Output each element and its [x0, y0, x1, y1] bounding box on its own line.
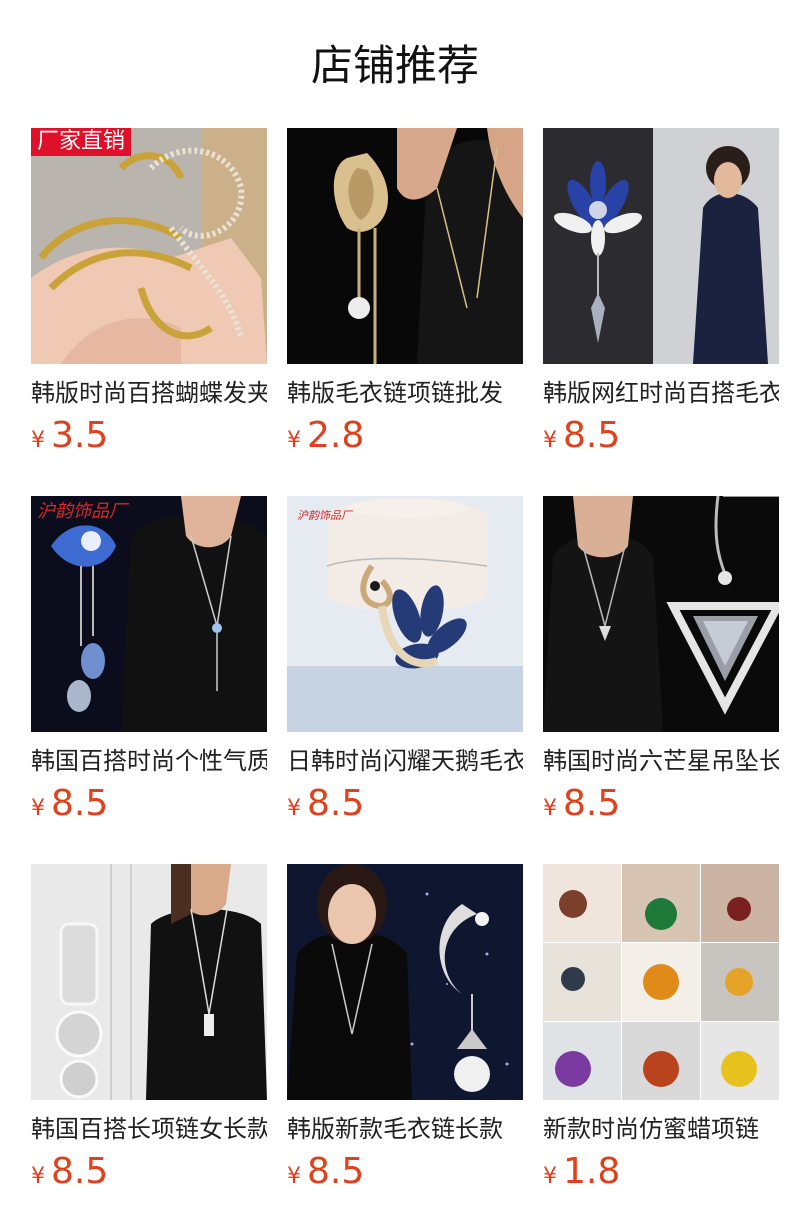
- product-price: ¥8.5: [287, 782, 364, 826]
- promo-badge: 厂家直销: [31, 128, 132, 156]
- amber-bead-necklace-collage-image: [543, 864, 779, 1100]
- product-image[interactable]: 沪韵饰品厂: [287, 496, 523, 732]
- price-value: 8.5: [51, 783, 109, 824]
- price-value: 8.5: [51, 1151, 109, 1192]
- price-value: 2.8: [307, 415, 365, 456]
- product-name[interactable]: 韩版网红时尚百搭毛衣链: [543, 376, 779, 412]
- product-name[interactable]: 韩版新款毛衣链长款: [287, 1112, 523, 1148]
- price-value: 8.5: [563, 783, 621, 824]
- currency-symbol: ¥: [31, 796, 45, 821]
- section-title: 店铺推荐: [310, 41, 479, 90]
- price-value: 3.5: [51, 415, 109, 456]
- product-price: ¥8.5: [31, 782, 108, 826]
- product-price: ¥8.5: [287, 1150, 364, 1194]
- product-image[interactable]: [287, 128, 523, 364]
- currency-symbol: ¥: [543, 796, 557, 821]
- currency-symbol: ¥: [31, 1164, 45, 1189]
- product-image[interactable]: 沪韵饰品厂: [31, 496, 267, 732]
- product-name[interactable]: 韩版时尚百搭蝴蝶发夹: [31, 376, 267, 412]
- crystal-fish-necklace-image: [31, 496, 267, 732]
- product-image[interactable]: [31, 864, 267, 1100]
- shop-watermark: 沪韵饰品厂: [297, 509, 352, 522]
- product-price: ¥1.8: [543, 1150, 620, 1194]
- moon-pearl-necklace-image: [287, 864, 523, 1100]
- product-price: ¥2.8: [287, 414, 364, 458]
- product-name[interactable]: 韩国时尚六芒星吊坠长: [543, 744, 779, 780]
- currency-symbol: ¥: [543, 428, 557, 453]
- product-price: ¥8.5: [31, 1150, 108, 1194]
- price-value: 8.5: [307, 1151, 365, 1192]
- price-value: 1.8: [563, 1151, 621, 1192]
- product-image[interactable]: [287, 864, 523, 1100]
- product-name[interactable]: 韩国百搭时尚个性气质: [31, 744, 267, 780]
- product-name[interactable]: 日韩时尚闪耀天鹅毛衣链: [287, 744, 523, 780]
- hair-claw-clips-image: [31, 128, 267, 364]
- price-value: 8.5: [563, 415, 621, 456]
- crystal-cylinder-necklace-image: [31, 864, 267, 1100]
- blue-crystal-flower-necklace-image: [543, 128, 779, 364]
- product-price: ¥8.5: [543, 782, 620, 826]
- shop-watermark: 沪韵饰品厂: [37, 501, 127, 522]
- currency-symbol: ¥: [287, 1164, 301, 1189]
- star-pendant-image: [543, 496, 779, 732]
- currency-symbol: ¥: [287, 796, 301, 821]
- product-name[interactable]: 新款时尚仿蜜蜡项链: [543, 1112, 779, 1148]
- swan-pendant-image: [287, 496, 523, 732]
- tulip-pearl-necklace-image: [287, 128, 523, 364]
- product-name[interactable]: 韩国百搭长项链女长款: [31, 1112, 267, 1148]
- product-image[interactable]: [543, 496, 779, 732]
- currency-symbol: ¥: [543, 1164, 557, 1189]
- product-name[interactable]: 韩版毛衣链项链批发: [287, 376, 523, 412]
- currency-symbol: ¥: [31, 428, 45, 453]
- product-image[interactable]: 厂家直销: [31, 128, 267, 364]
- product-image[interactable]: [543, 864, 779, 1100]
- price-value: 8.5: [307, 783, 365, 824]
- product-image[interactable]: [543, 128, 779, 364]
- product-price: ¥8.5: [543, 414, 620, 458]
- currency-symbol: ¥: [287, 428, 301, 453]
- product-price: ¥3.5: [31, 414, 108, 458]
